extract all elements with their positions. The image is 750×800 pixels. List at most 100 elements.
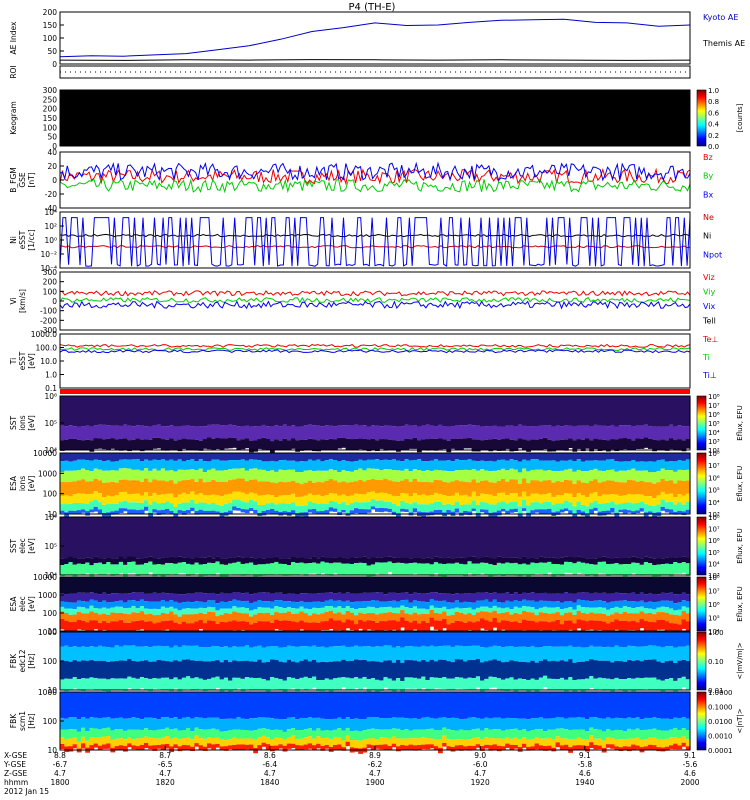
panel-fbk-edc: 100010010FBK edc12 [Hz]1.000.100.01<|mV/m|…	[9, 628, 744, 695]
cbtick-fbk-scm-3: 0.0010	[708, 733, 733, 741]
cbtick-sst-elec-3: 10⁵	[708, 549, 720, 557]
ylabel-fbk-scm-1: scm1	[18, 711, 27, 731]
ylabel-esa-elec-0: ESA	[9, 596, 18, 612]
cbtick-keogram-3: 0.4	[708, 121, 720, 129]
ylabel-esa-ion-2: [eV]	[27, 476, 36, 492]
cbtick-esa-elec-0: 10⁸	[708, 574, 720, 582]
xtick-4-1: -6.0	[473, 760, 488, 769]
cbtick-sst-ion-4: 10⁴	[708, 429, 720, 437]
cbtick-keogram-2: 0.6	[708, 109, 720, 117]
xtick-2-2: 4.7	[264, 769, 276, 778]
ylabel-density-2: [1/cc]	[27, 229, 36, 250]
xtick-1-3: 1820	[156, 778, 175, 787]
ytick-fbk-edc-0: 1000	[38, 628, 57, 637]
ytick-sst-elec-1: 10⁵	[44, 542, 57, 551]
cblabel-fbk-edc: <|mV/m|>	[736, 642, 744, 679]
cbtick-sst-ion-1: 10⁷	[708, 402, 720, 410]
ylabel-fbk-edc-1: edc12	[18, 649, 27, 672]
ytick-density-3: 10⁻²	[40, 250, 57, 259]
legend-velocity-2: Vix	[703, 302, 716, 311]
ylabel-roi-0: ROI	[9, 65, 18, 78]
colorbar-sst-ion	[696, 395, 707, 451]
ylabel-bfgm-0: B_FGM	[9, 167, 18, 193]
ytick-esa-elec-2: 100	[43, 609, 58, 618]
xtick-4-3: 1920	[471, 778, 490, 787]
xtick-4-0: 9.0	[474, 751, 486, 760]
ytick-keogram-5: 50	[47, 133, 57, 142]
cbtick-esa-ion-1: 10⁷	[708, 462, 720, 470]
colorbar-sst-elec	[696, 516, 707, 576]
ytick-temperature-3: 1.0	[45, 371, 57, 380]
cbtick-sst-ion-0: 10⁸	[708, 393, 720, 401]
cbtick-sst-ion-2: 10⁶	[708, 411, 720, 419]
xtick-5-0: 9.1	[579, 751, 591, 760]
panel-temperature: Te⊥TiTi⊥1000.0100.010.01.00.1Ti eSST [eV]	[9, 330, 718, 393]
ylabel-esa-ion-0: ESA	[9, 475, 18, 491]
cbtick-sst-elec-2: 10⁶	[708, 537, 720, 545]
cblabel-sst-ion: Eflux, EFU	[736, 405, 744, 440]
ylabel-bfgm-2: [nT]	[27, 172, 36, 187]
cblabel-sst-elec: Eflux, EFU	[736, 528, 744, 563]
ytick-temperature-0: 1000.0	[31, 330, 57, 339]
xtick-6-3: 2000	[680, 778, 699, 787]
ylabel-temperature-2: [eV]	[27, 353, 36, 369]
ytick-fbk-edc-1: 100	[43, 657, 58, 666]
series-temperature-0	[59, 343, 691, 348]
xaxis-row-label-4: 2012 Jan 15	[4, 787, 49, 796]
cbtick-esa-elec-3: 10⁵	[708, 615, 720, 623]
series-ae-1	[59, 59, 691, 61]
cbtick-sst-ion-5: 10³	[708, 438, 720, 446]
xtick-2-0: 8.6	[264, 751, 276, 760]
series-density-2	[59, 217, 691, 267]
ylabel-sst-ion-2: [eV]	[27, 415, 36, 431]
series-ae-0	[59, 18, 691, 58]
cbtick-sst-elec-4: 10⁴	[708, 560, 720, 568]
ylabel-density-0: Ni	[9, 236, 18, 244]
cbtick-fbk-scm-0: 1.0000	[708, 689, 733, 697]
ytick-temperature-1: 100.0	[36, 344, 58, 353]
colorbar-esa-elec	[696, 576, 707, 632]
cbtick-esa-ion-3: 10⁵	[708, 487, 720, 495]
panels: Kyoto AEThemis AE200150100500AE IndexROI…	[9, 8, 745, 755]
xtick-3-0: 8.9	[369, 751, 381, 760]
legend-velocity-0: Viz	[703, 273, 715, 282]
panel-esa-ion: 10000100010010ESA ions [eV]10⁸10⁷10⁶10⁵10⁴…	[9, 449, 744, 520]
series-density-0	[59, 244, 691, 249]
xtick-1-0: 8.7	[159, 751, 171, 760]
xtick-1-2: 4.7	[159, 769, 171, 778]
legend-density-0: Ne	[703, 213, 714, 222]
ylabel-fbk-scm-0: FBK	[9, 713, 18, 728]
ytick-ae-4: 0	[52, 60, 57, 69]
series-density-1	[59, 233, 691, 238]
ytick-density-0: 10⁴	[44, 208, 57, 217]
ylabel-keogram-0: Keogram	[9, 101, 18, 135]
ylabel-sst-elec-0: SST	[9, 539, 18, 554]
legend-bfgm-0: Bz	[703, 153, 713, 162]
ylabel-bfgm-1: GSE	[18, 172, 27, 188]
ylabel-fbk-edc-2: [Hz]	[27, 653, 36, 669]
panel-bfgm: BzByBx40200-20-40B_FGM GSE [nT]	[9, 148, 713, 213]
legend-temperature-1: Ti	[702, 353, 710, 362]
cbtick-fbk-scm-4: 0.0001	[708, 747, 733, 755]
xtick-6-1: -5.6	[683, 760, 698, 769]
legend-density-1: Ni	[703, 232, 711, 241]
ytick-bfgm-2: 0	[52, 176, 57, 185]
ytick-esa-ion-1: 1000	[38, 469, 57, 478]
ytick-sst-ion-1: 10⁵	[44, 419, 57, 428]
ytick-keogram-4: 100	[43, 123, 58, 132]
ytick-fbk-scm-0: 1000	[38, 688, 57, 697]
ytick-ae-3: 50	[47, 47, 57, 56]
frame-ae	[59, 11, 691, 65]
xtick-5-1: -5.8	[577, 760, 592, 769]
xtick-5-2: 4.6	[579, 769, 591, 778]
status-strip	[60, 389, 690, 394]
ytick-velocity-0: 300	[43, 268, 58, 277]
series-velocity-2	[59, 300, 691, 310]
ytick-sst-ion-0: 10⁶	[44, 392, 57, 401]
xtick-2-1: -6.4	[262, 760, 277, 769]
x-axis: X-GSEY-GSEZ-GSEhhmm2012 Jan 158.8-6.74.7…	[3, 746, 700, 796]
cbtick-fbk-scm-2: 0.0100	[708, 718, 733, 726]
xtick-2-3: 1840	[260, 778, 279, 787]
panel-fbk-scm: 100010010FBK scm1 [Hz]1.00000.10000.01000.…	[9, 688, 744, 755]
ytick-esa-elec-0: 10000	[33, 573, 57, 582]
